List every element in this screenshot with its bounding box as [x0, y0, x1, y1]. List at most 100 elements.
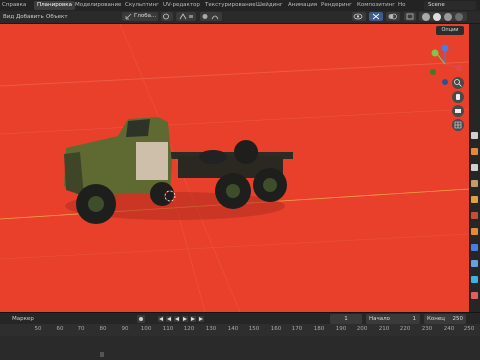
world-tab-icon[interactable] — [471, 212, 478, 219]
gizmo-toggle[interactable] — [369, 12, 383, 21]
tab-compositing[interactable]: Композитинг — [357, 1, 395, 10]
gizmo-x-axis[interactable] — [455, 64, 463, 72]
menu-marker[interactable]: Маркер — [12, 314, 34, 324]
pivot-icon — [163, 13, 169, 20]
menu-object[interactable]: Объект — [46, 12, 68, 22]
rendered-shading-icon[interactable] — [455, 12, 463, 21]
keyframe-marker[interactable] — [100, 352, 104, 357]
tab-more[interactable]: Но — [398, 1, 406, 10]
ruler-tick: 50 — [34, 326, 42, 332]
snap-toggle[interactable] — [176, 12, 196, 21]
ruler-tick: 220 — [399, 326, 411, 332]
current-frame-field[interactable]: 1 — [330, 314, 362, 324]
zoom-icon — [454, 79, 462, 87]
auto-keying-toggle[interactable] — [137, 315, 145, 323]
snap-icon — [179, 13, 193, 20]
camera-view-button[interactable] — [452, 105, 464, 117]
ruler-tick: 180 — [313, 326, 325, 332]
particles-tab-icon[interactable] — [471, 260, 478, 267]
output-tab-icon[interactable] — [471, 164, 478, 171]
tab-shading[interactable]: Шейдинг — [256, 1, 283, 10]
render-tab-icon[interactable] — [471, 148, 478, 155]
scene-label: Scene — [428, 2, 445, 8]
ruler-tick: 130 — [205, 326, 217, 332]
proportional-edit-toggle[interactable] — [200, 12, 222, 21]
3d-viewport[interactable]: Опции — [0, 24, 469, 312]
gizmo-y-axis[interactable] — [431, 49, 439, 57]
perspective-toggle-button[interactable] — [452, 119, 464, 131]
current-frame-value: 1 — [344, 316, 348, 322]
tab-modeling[interactable]: Моделирование — [75, 1, 121, 10]
global-axis-icon — [125, 13, 132, 20]
hand-icon — [456, 94, 460, 100]
ruler-tick: 200 — [356, 326, 368, 332]
ruler-tick: 90 — [121, 326, 129, 332]
gizmo-z-axis[interactable] — [441, 44, 449, 52]
ruler-tick: 170 — [291, 326, 303, 332]
pan-button[interactable] — [452, 91, 464, 103]
truck-windshield — [126, 119, 150, 137]
tab-texture-paint[interactable]: Текстурирование — [205, 1, 256, 10]
transform-orientation-dropdown[interactable]: Глоба... — [122, 12, 158, 21]
ruler-tick: 230 — [421, 326, 433, 332]
playback-controls — [158, 316, 204, 322]
object-tab-icon[interactable] — [471, 228, 478, 235]
ruler-tick: 240 — [443, 326, 455, 332]
eye-icon — [353, 13, 363, 20]
viewport-scene — [0, 24, 469, 312]
frame-start-field[interactable]: Начало 1 — [366, 314, 420, 324]
timeline-ruler[interactable]: 50 60 70 80 90 100 110 120 130 140 150 1… — [0, 324, 480, 336]
options-label: Опции — [441, 27, 459, 33]
material-preview-icon[interactable] — [444, 12, 452, 21]
ruler-tick: 110 — [162, 326, 174, 332]
menu-view[interactable]: Вид — [3, 12, 14, 22]
frame-end-value: 250 — [452, 316, 464, 322]
ruler-tick: 80 — [99, 326, 107, 332]
frame-start-value: 1 — [412, 316, 417, 322]
tab-layout[interactable]: Планировка — [34, 1, 75, 10]
gizmo-neg-y-axis[interactable] — [430, 69, 436, 75]
tab-animation[interactable]: Анимация — [288, 1, 317, 10]
ruler-tick: 150 — [248, 326, 260, 332]
menu-add[interactable]: Добавить — [16, 12, 44, 22]
scene-selector[interactable]: Scene — [424, 1, 476, 10]
viewport-header: Вид Добавить Объект Глоба... — [0, 11, 480, 24]
ruler-tick: 190 — [335, 326, 347, 332]
tab-sculpting[interactable]: Скульптинг — [125, 1, 159, 10]
xray-toggle[interactable] — [404, 12, 416, 21]
wireframe-shading-icon[interactable] — [422, 12, 430, 21]
overlays-toggle[interactable] — [386, 12, 400, 21]
zoom-button[interactable] — [452, 77, 464, 89]
ruler-tick: 140 — [227, 326, 239, 332]
overlays-icon — [388, 13, 397, 20]
tab-uv-editor[interactable]: UV-редактор — [163, 1, 200, 10]
xray-icon — [406, 13, 414, 20]
scene-tab-icon[interactable] — [471, 196, 478, 203]
material-tab-icon[interactable] — [471, 292, 478, 299]
ruler-tick: 250 — [463, 326, 475, 332]
properties-tab-icons — [471, 132, 478, 299]
tab-rendering[interactable]: Рендеринг — [321, 1, 352, 10]
transform-orientation-label: Глоба... — [134, 13, 157, 19]
shading-mode-group — [419, 12, 467, 21]
workspace-tabs-bar: Справка Планировка Моделирование Скульпт… — [0, 0, 480, 11]
properties-tabs-strip — [469, 24, 480, 312]
pivot-point-dropdown[interactable] — [161, 12, 173, 21]
timeline-dopesheet-area[interactable] — [0, 336, 480, 360]
ruler-tick: 120 — [183, 326, 195, 332]
tool-tab-icon[interactable] — [471, 132, 478, 139]
visibility-dropdown[interactable] — [352, 12, 366, 21]
physics-tab-icon[interactable] — [471, 276, 478, 283]
ruler-tick: 160 — [270, 326, 282, 332]
gizmo-neg-z-axis[interactable] — [442, 79, 448, 85]
view-layer-tab-icon[interactable] — [471, 180, 478, 187]
ruler-tick: 60 — [56, 326, 64, 332]
options-dropdown[interactable]: Опции — [436, 26, 464, 35]
solid-shading-icon[interactable] — [433, 12, 441, 21]
frame-end-label: Конец — [427, 316, 445, 322]
ruler-tick: 210 — [378, 326, 390, 332]
tab-help[interactable]: Справка — [2, 1, 26, 10]
gizmo-icon — [372, 13, 380, 20]
frame-end-field[interactable]: Конец 250 — [424, 314, 466, 324]
modifiers-tab-icon[interactable] — [471, 244, 478, 251]
